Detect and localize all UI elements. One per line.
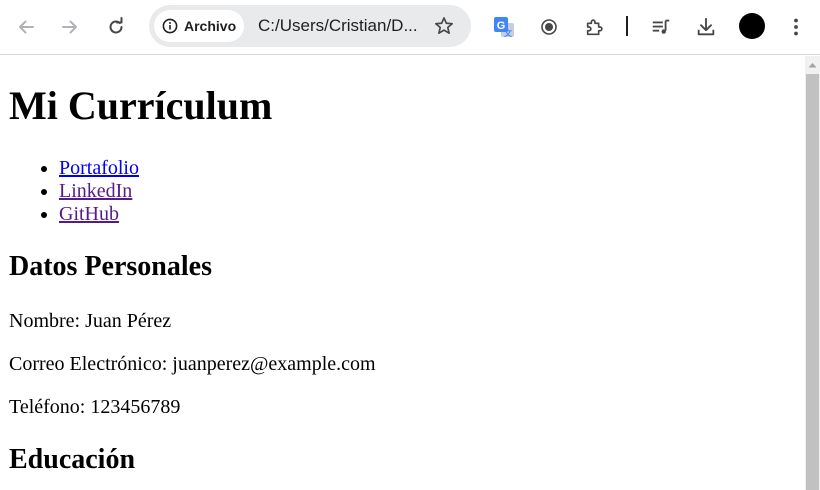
extensions-puzzle-icon <box>586 19 603 36</box>
page-viewport: Mi Currículum Portafolio LinkedIn GitHub… <box>0 56 805 490</box>
reload-icon <box>109 17 123 34</box>
star-icon <box>435 17 453 34</box>
site-info-label: Archivo <box>184 18 237 34</box>
vertical-scrollbar[interactable] <box>805 56 820 490</box>
name-text: Nombre: Juan Pérez <box>9 310 172 332</box>
url-text[interactable]: C:/Users/Cristian/D... <box>258 16 422 36</box>
info-icon <box>162 18 178 34</box>
reload-button[interactable] <box>100 11 132 43</box>
caret-up-icon <box>808 62 817 67</box>
bookmark-button[interactable] <box>428 10 460 42</box>
scrollbar-thumb[interactable] <box>806 74 819 490</box>
phone-text: Teléfono: 123456789 <box>9 396 181 418</box>
toolbar-divider <box>626 16 628 36</box>
downloads-button[interactable] <box>690 11 722 43</box>
address-bar[interactable]: Archivo C:/Users/Cristian/D... <box>149 5 471 47</box>
arrow-left-icon <box>19 20 34 34</box>
download-icon <box>697 17 715 36</box>
profile-links-list: Portafolio LinkedIn GitHub <box>9 157 139 226</box>
forward-button[interactable] <box>54 11 86 43</box>
email-text: Correo Electrónico: juanperez@example.co… <box>9 353 376 375</box>
svg-text:文: 文 <box>504 28 513 38</box>
arrow-right-icon <box>62 20 77 34</box>
linkedin-link[interactable]: LinkedIn <box>59 180 132 202</box>
record-extension-button[interactable] <box>533 11 565 43</box>
more-menu-icon <box>794 18 798 36</box>
list-item: Portafolio <box>59 157 139 180</box>
browser-toolbar: Archivo C:/Users/Cristian/D... G 文 <box>0 0 820 55</box>
profile-avatar[interactable] <box>739 13 765 39</box>
portfolio-link[interactable]: Portafolio <box>59 157 139 179</box>
personal-data-heading: Datos Personales <box>9 251 212 282</box>
media-queue-icon <box>652 19 670 34</box>
record-icon <box>541 19 557 35</box>
list-item: GitHub <box>59 203 139 226</box>
education-heading: Educación <box>9 444 136 475</box>
translate-extension-button[interactable]: G 文 <box>488 11 520 43</box>
list-item: LinkedIn <box>59 180 139 203</box>
page-title: Mi Currículum <box>9 83 273 128</box>
media-queue-button[interactable] <box>645 11 677 43</box>
google-translate-icon: G 文 <box>494 17 514 38</box>
site-info-chip[interactable]: Archivo <box>154 10 244 42</box>
github-link[interactable]: GitHub <box>59 203 119 225</box>
more-menu-button[interactable] <box>780 11 812 43</box>
scroll-up-button[interactable] <box>805 56 820 73</box>
extensions-button[interactable] <box>579 11 611 43</box>
back-button[interactable] <box>10 11 42 43</box>
